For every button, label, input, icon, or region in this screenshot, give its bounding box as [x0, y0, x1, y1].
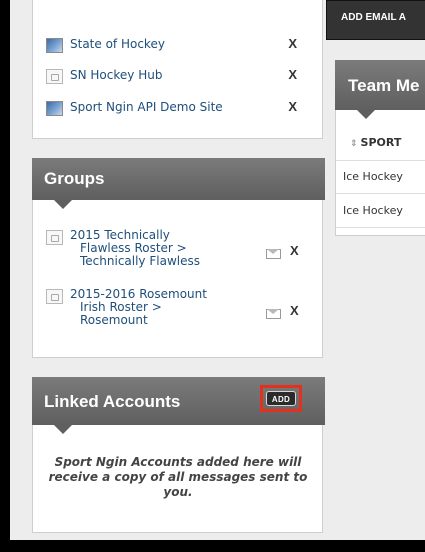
linked-accounts-panel: Linked Accounts ADD Sport Ngin Accounts …	[32, 377, 325, 533]
sort-icon: ⇕	[350, 139, 358, 149]
group-name-line: Technically Flawless	[80, 254, 200, 268]
add-linked-account-button[interactable]: ADD	[266, 391, 296, 406]
group-name-line: 2015-2016 Rosemount	[70, 287, 207, 301]
linked-accounts-title: Linked Accounts	[44, 392, 181, 411]
linked-accounts-header: Linked Accounts ADD	[32, 377, 325, 434]
header-notch	[54, 200, 72, 209]
groups-panel: Groups 2015 Technically Flawless Roster …	[32, 158, 325, 358]
group-link[interactable]: 2015 Technically Flawless Roster > Techn…	[70, 229, 240, 268]
remove-site-button[interactable]: X	[288, 67, 297, 82]
broken-image-icon	[46, 69, 63, 84]
site-link[interactable]: State of Hockey	[70, 37, 165, 51]
site-thumbnail-icon	[46, 38, 63, 53]
screenshot-frame: State of Hockey X SN Hockey Hub X Sport …	[0, 0, 425, 552]
group-name-line: Rosemount	[80, 313, 148, 327]
site-row: SN Hockey Hub X	[43, 67, 313, 91]
page: State of Hockey X SN Hockey Hub X Sport …	[10, 0, 425, 540]
table-row: Ice Hockey	[336, 195, 425, 228]
remove-site-button[interactable]: X	[288, 36, 297, 51]
groups-header: Groups	[32, 158, 325, 209]
broken-image-icon	[46, 289, 63, 304]
site-row: State of Hockey X	[43, 36, 313, 60]
site-thumbnail-icon	[46, 101, 63, 116]
groups-title: Groups	[44, 169, 105, 188]
add-email-button[interactable]: ADD EMAIL A	[326, 0, 425, 40]
site-link[interactable]: SN Hockey Hub	[70, 68, 162, 82]
linked-accounts-note: Sport Ngin Accounts added here will rece…	[48, 455, 308, 499]
header-notch	[54, 425, 72, 434]
header-notch	[357, 110, 375, 119]
team-members-header: Team Me	[335, 60, 425, 110]
sport-column-label: SPORT	[360, 136, 402, 149]
remove-group-button[interactable]: X	[290, 243, 299, 258]
highlight-box: ADD	[260, 385, 302, 412]
group-link[interactable]: 2015-2016 Rosemount Irish Roster > Rosem…	[70, 288, 240, 327]
table-row: Ice Hockey	[336, 161, 425, 194]
sport-column-header[interactable]: ⇕ SPORT	[336, 131, 425, 161]
site-link[interactable]: Sport Ngin API Demo Site	[70, 100, 223, 114]
broken-image-icon	[46, 230, 63, 245]
remove-group-button[interactable]: X	[290, 303, 299, 318]
envelope-icon[interactable]	[266, 249, 281, 259]
sites-panel: State of Hockey X SN Hockey Hub X Sport …	[32, 0, 323, 139]
remove-site-button[interactable]: X	[288, 99, 297, 114]
team-members-panel: Team Me ⇕ SPORT Ice Hockey Ice Hockey	[335, 60, 425, 236]
group-name-line: 2015 Technically	[70, 228, 170, 242]
envelope-icon[interactable]	[266, 309, 281, 319]
site-row: Sport Ngin API Demo Site X	[43, 99, 313, 123]
